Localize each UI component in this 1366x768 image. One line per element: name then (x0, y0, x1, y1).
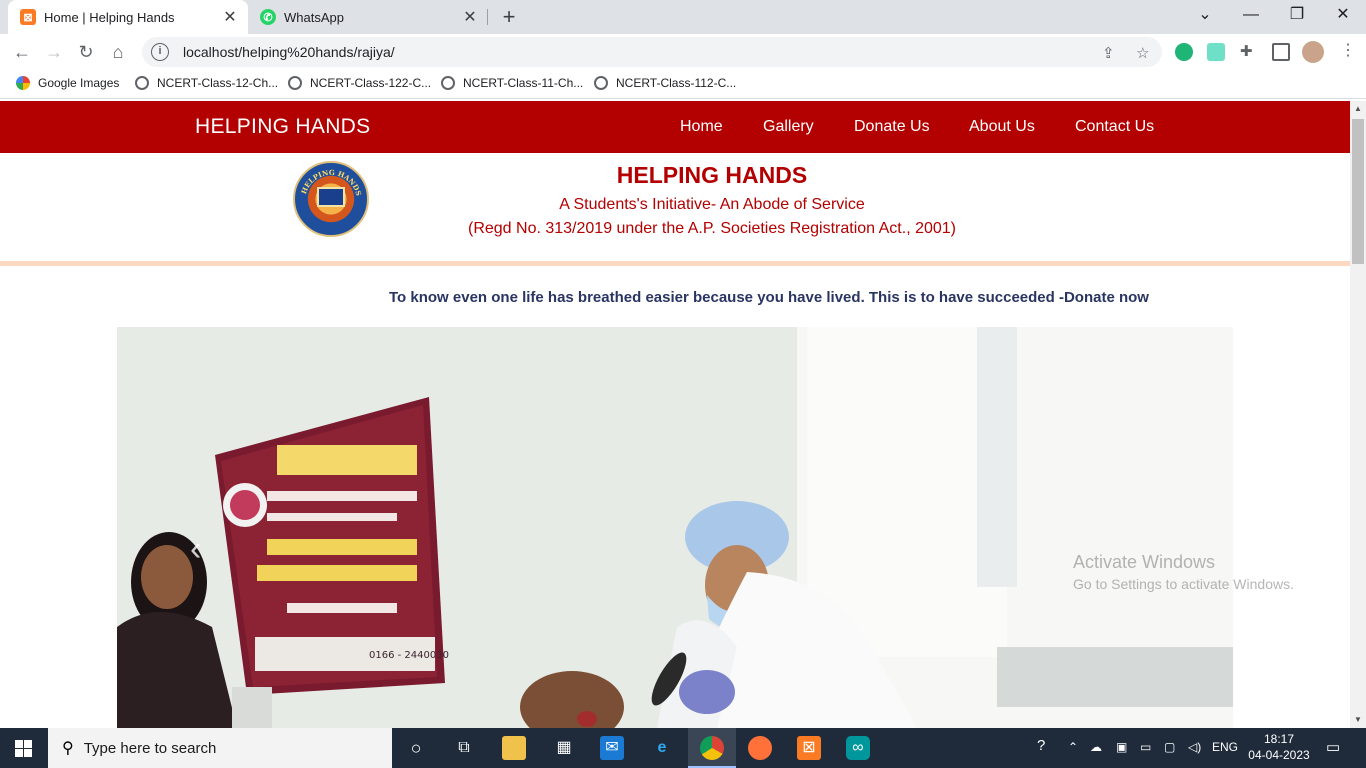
tab-whatsapp[interactable]: ✆ WhatsApp ✕ (248, 0, 488, 34)
tab-title: WhatsApp (284, 9, 344, 25)
menu-kebab-icon[interactable]: ⋮ (1340, 40, 1356, 60)
tray-chevron-icon[interactable]: ⌃ (1068, 740, 1078, 754)
url-text[interactable]: localhost/helping%20hands/rajiya/ (183, 44, 395, 60)
profile-avatar[interactable] (1302, 41, 1324, 63)
globe-icon (288, 76, 302, 90)
org-title: HELPING HANDS (616, 162, 808, 188)
grammarly-extension-icon[interactable] (1175, 43, 1193, 61)
bookmark-star-icon[interactable]: ☆ (1136, 44, 1149, 62)
tab-helping-hands[interactable]: ⊠ Home | Helping Hands ✕ (8, 0, 248, 34)
chrome-icon[interactable] (700, 736, 724, 760)
volume-icon[interactable]: ◁) (1188, 740, 1201, 754)
nav-gallery[interactable]: Gallery (763, 118, 814, 136)
back-button[interactable]: ← (8, 39, 36, 67)
firefox-icon[interactable] (748, 736, 772, 760)
donate-quote-marquee[interactable]: To know even one life has breathed easie… (389, 289, 1149, 306)
close-window-button[interactable]: ✕ (1320, 0, 1366, 30)
file-explorer-icon[interactable] (502, 736, 526, 760)
org-subtitle: A Students's Initiative- An Abode of Ser… (559, 196, 865, 213)
bookmark-item[interactable]: NCERT-Class-122-C... (288, 76, 431, 90)
bookmark-item[interactable]: NCERT-Class-11-Ch... (441, 76, 583, 90)
bookmarks-bar: Google Images NCERT-Class-12-Ch... NCERT… (0, 70, 1366, 99)
bookmark-label: NCERT-Class-112-C... (616, 76, 737, 90)
page-scrollbar[interactable]: ▲ ▼ (1350, 101, 1366, 728)
activate-windows-subtitle: Go to Settings to activate Windows. (1073, 576, 1294, 592)
extensions-puzzle-icon[interactable]: ✚ (1240, 42, 1253, 60)
notifications-icon[interactable]: ▭ (1326, 738, 1340, 756)
google-icon (16, 76, 30, 90)
arduino-icon[interactable]: ∞ (846, 736, 870, 760)
nav-home[interactable]: Home (680, 118, 723, 136)
globe-icon (135, 76, 149, 90)
close-tab-icon[interactable]: ✕ (458, 7, 482, 27)
help-icon[interactable]: ? (1037, 737, 1045, 754)
restore-button[interactable]: ❐ (1274, 0, 1320, 30)
address-bar[interactable]: i localhost/helping%20hands/rajiya/ ⇪ ☆ (142, 37, 1162, 67)
bookmark-label: NCERT-Class-122-C... (310, 76, 432, 90)
scrollbar-thumb[interactable] (1352, 119, 1364, 264)
tab-title: Home | Helping Hands (44, 9, 175, 25)
tab-search-icon[interactable]: ⌄ (1182, 0, 1228, 30)
tab-strip: ⊠ Home | Helping Hands ✕ ✆ WhatsApp ✕ + … (0, 0, 1366, 34)
bookmark-label: Google Images (38, 76, 120, 90)
activate-windows-title: Activate Windows (1073, 552, 1216, 572)
org-registration: (Regd No. 313/2019 under the A.P. Societ… (467, 220, 956, 237)
reload-button[interactable]: ↻ (72, 39, 100, 67)
cortana-icon[interactable]: ○ (404, 736, 428, 760)
search-placeholder: Type here to search (83, 739, 217, 757)
scroll-down-icon[interactable]: ▼ (1350, 712, 1366, 728)
battery-icon[interactable]: ▭ (1140, 740, 1151, 754)
bookmark-item[interactable]: NCERT-Class-12-Ch... (135, 76, 278, 90)
close-tab-icon[interactable]: ✕ (218, 7, 242, 27)
search-icon: ⚲ (62, 740, 74, 757)
home-button[interactable]: ⌂ (104, 39, 132, 67)
share-icon[interactable]: ⇪ (1102, 44, 1115, 62)
tray-app-icon[interactable]: ▣ (1116, 740, 1127, 754)
windows-taskbar: ⚲ Type here to search ○ ⧉ ▦ ✉ e ⊠ ∞ ? ⌃ … (0, 728, 1366, 768)
network-icon[interactable]: ▢ (1164, 740, 1175, 754)
forward-button[interactable]: → (40, 39, 68, 67)
bookmark-label: NCERT-Class-11-Ch... (463, 76, 584, 90)
image-carousel[interactable]: 0166 - 2440030 ‹ (117, 327, 1233, 728)
nav-donate-us[interactable]: Donate Us (854, 118, 930, 136)
bookmark-item[interactable]: Google Images (16, 76, 119, 90)
carousel-prev-chevron-icon[interactable]: ‹ (190, 530, 201, 569)
nav-about-us[interactable]: About Us (969, 118, 1035, 136)
new-tab-button[interactable]: + (497, 4, 521, 30)
clock[interactable]: 18:17 04-04-2023 (1248, 731, 1310, 763)
site-navbar: HELPING HANDS Home Gallery Donate Us Abo… (0, 101, 1350, 153)
page-viewport: HELPING HANDS Home Gallery Donate Us Abo… (0, 101, 1350, 728)
banner-phone: 0166 - 2440030 (369, 650, 449, 661)
start-windows-icon[interactable] (0, 728, 48, 768)
globe-icon (441, 76, 455, 90)
language-indicator[interactable]: ENG (1212, 740, 1238, 754)
clock-time: 18:17 (1263, 732, 1295, 746)
tab-separator (487, 9, 488, 25)
carousel-photo: 0166 - 2440030 (117, 327, 1233, 728)
site-info-icon[interactable]: i (151, 43, 169, 61)
whatsapp-icon: ✆ (260, 9, 276, 25)
xampp-icon: ⊠ (20, 9, 36, 25)
bookmark-label: NCERT-Class-12-Ch... (157, 76, 279, 90)
store-icon[interactable]: ▦ (552, 736, 576, 760)
nav-contact-us[interactable]: Contact Us (1075, 118, 1154, 136)
clock-date: 04-04-2023 (1248, 748, 1310, 762)
task-view-icon[interactable]: ⧉ (452, 736, 476, 760)
onedrive-icon[interactable]: ☁ (1090, 740, 1102, 754)
minimize-button[interactable]: — (1228, 0, 1274, 30)
edge-icon[interactable]: e (650, 736, 674, 760)
xampp-taskbar-icon[interactable]: ⊠ (797, 736, 821, 760)
browser-toolbar: ← → ↻ ⌂ i localhost/helping%20hands/raji… (0, 34, 1366, 70)
taskbar-search[interactable]: ⚲ Type here to search (48, 728, 392, 768)
site-brand[interactable]: HELPING HANDS (195, 115, 370, 139)
audio-extension-icon[interactable] (1207, 43, 1225, 61)
bookmark-item[interactable]: NCERT-Class-112-C... (594, 76, 736, 90)
org-header: HELPING HANDS HELPING HANDS A Students's… (0, 153, 1350, 266)
globe-icon (594, 76, 608, 90)
scroll-up-icon[interactable]: ▲ (1350, 101, 1366, 117)
side-panel-icon[interactable] (1272, 43, 1290, 61)
mail-icon[interactable]: ✉ (600, 736, 624, 760)
